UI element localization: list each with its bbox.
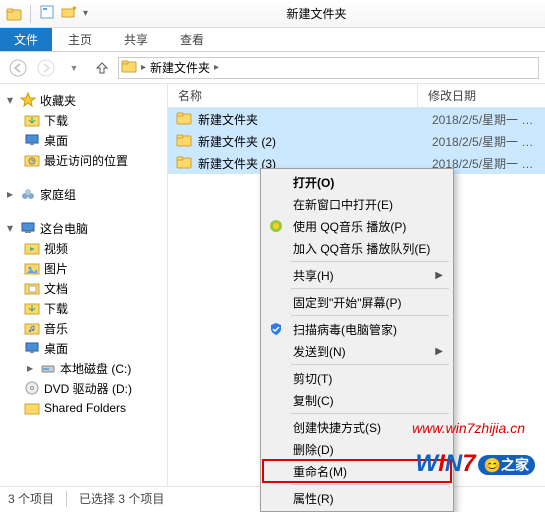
expander-icon[interactable]: ▸ xyxy=(24,362,36,374)
recent-icon xyxy=(24,152,40,168)
breadcrumb[interactable]: 新建文件夹▸ xyxy=(146,59,223,76)
dvd-icon xyxy=(24,380,40,396)
ctx-share[interactable]: 共享(H)▶ xyxy=(263,264,451,286)
tree-shared[interactable]: Shared Folders xyxy=(0,398,167,418)
ctx-copy[interactable]: 复制(C) xyxy=(263,389,451,411)
status-selected-count: 已选择 3 个项目 xyxy=(79,490,164,507)
desktop-icon xyxy=(24,132,40,148)
ctx-pin-start[interactable]: 固定到"开始"屏幕(P) xyxy=(263,291,451,313)
status-item-count: 3 个项目 xyxy=(8,490,54,507)
shared-folder-icon xyxy=(24,400,40,416)
tree-favorites[interactable]: ▾ 收藏夹 xyxy=(0,90,167,110)
separator xyxy=(30,5,31,23)
tab-home[interactable]: 主页 xyxy=(52,28,108,51)
tab-view[interactable]: 查看 xyxy=(164,28,220,51)
svg-text:✶: ✶ xyxy=(71,4,77,13)
expander-icon[interactable]: ▾ xyxy=(4,94,16,106)
tab-share[interactable]: 共享 xyxy=(108,28,164,51)
tree-desktop2[interactable]: 桌面 xyxy=(0,338,167,358)
tree-pictures[interactable]: 图片 xyxy=(0,258,167,278)
documents-folder-icon xyxy=(24,280,40,296)
window-title: 新建文件夹 xyxy=(88,5,545,22)
ctx-properties[interactable]: 属性(R) xyxy=(263,487,451,509)
ctx-qq-play[interactable]: 使用 QQ音乐 播放(P) xyxy=(263,215,451,237)
download-folder-icon xyxy=(24,300,40,316)
computer-icon xyxy=(20,220,36,236)
quick-access-toolbar: ✶ ▾ xyxy=(0,4,88,23)
tree-music[interactable]: 音乐 xyxy=(0,318,167,338)
ctx-qq-queue[interactable]: 加入 QQ音乐 播放队列(E) xyxy=(263,237,451,259)
ctx-scan[interactable]: 扫描病毒(电脑管家) xyxy=(263,318,451,340)
ctx-cut[interactable]: 剪切(T) xyxy=(263,367,451,389)
pictures-folder-icon xyxy=(24,260,40,276)
ctx-send-to[interactable]: 发送到(N)▶ xyxy=(263,340,451,362)
tree-desktop[interactable]: 桌面 xyxy=(0,130,167,150)
download-folder-icon xyxy=(24,112,40,128)
music-folder-icon xyxy=(24,320,40,336)
tab-file[interactable]: 文件 xyxy=(0,28,52,51)
disk-icon xyxy=(40,360,56,376)
menu-separator xyxy=(291,413,449,414)
folder-icon xyxy=(176,110,192,129)
desktop-icon xyxy=(24,340,40,356)
menu-separator xyxy=(291,364,449,365)
tree-dvd[interactable]: DVD 驱动器 (D:) xyxy=(0,378,167,398)
file-date: 2018/2/5/星期一 … xyxy=(432,133,533,150)
submenu-arrow-icon: ▶ xyxy=(435,270,443,281)
navigation-bar: ▼ ▸ 新建文件夹▸ xyxy=(0,52,545,84)
back-button[interactable] xyxy=(6,56,30,80)
tree-downloads[interactable]: 下载 xyxy=(0,110,167,130)
app-folder-icon xyxy=(6,6,22,22)
ctx-open-new-window[interactable]: 在新窗口中打开(E) xyxy=(263,193,451,215)
chevron-right-icon: ▸ xyxy=(214,62,219,73)
file-row[interactable]: 新建文件夹 (2) 2018/2/5/星期一 … xyxy=(168,130,545,152)
address-bar[interactable]: ▸ 新建文件夹▸ xyxy=(118,57,539,79)
star-icon xyxy=(20,92,36,108)
menu-separator xyxy=(291,315,449,316)
ribbon-tabs: 文件 主页 共享 查看 xyxy=(0,28,545,52)
address-folder-icon xyxy=(121,58,137,77)
submenu-arrow-icon: ▶ xyxy=(435,346,443,357)
tree-downloads2[interactable]: 下载 xyxy=(0,298,167,318)
homegroup-icon xyxy=(20,186,36,202)
expander-icon[interactable]: ▸ xyxy=(4,188,16,200)
separator xyxy=(66,491,67,507)
expander-icon[interactable]: ▾ xyxy=(4,222,16,234)
file-name: 新建文件夹 xyxy=(198,111,432,128)
tree-homegroup[interactable]: ▸ 家庭组 xyxy=(0,184,167,204)
forward-button[interactable] xyxy=(34,56,58,80)
file-date: 2018/2/5/星期一 … xyxy=(432,111,533,128)
qat-newfolder-icon[interactable]: ✶ xyxy=(61,4,77,23)
recent-dropdown[interactable]: ▼ xyxy=(62,56,86,80)
ctx-open[interactable]: 打开(O) xyxy=(263,171,451,193)
watermark-logo: WIN7😊之家 xyxy=(416,450,535,478)
tree-videos[interactable]: 视频 xyxy=(0,238,167,258)
folder-icon xyxy=(176,154,192,173)
title-bar: ✶ ▾ 新建文件夹 xyxy=(0,0,545,28)
file-row[interactable]: 新建文件夹 2018/2/5/星期一 … xyxy=(168,108,545,130)
column-date[interactable]: 修改日期 xyxy=(418,84,545,107)
column-name[interactable]: 名称 xyxy=(168,84,418,107)
tree-localdisk[interactable]: ▸本地磁盘 (C:) xyxy=(0,358,167,378)
qqmusic-icon xyxy=(268,218,284,234)
file-name: 新建文件夹 (2) xyxy=(198,133,432,150)
folder-icon xyxy=(176,132,192,151)
tree-recent[interactable]: 最近访问的位置 xyxy=(0,150,167,170)
tree-thispc[interactable]: ▾ 这台电脑 xyxy=(0,218,167,238)
navigation-pane: ▾ 收藏夹 下载 桌面 最近访问的位置 ▸ 家庭组 ▾ 这台电脑 视频 图 xyxy=(0,84,168,486)
qat-properties-icon[interactable] xyxy=(39,4,55,23)
tree-documents[interactable]: 文档 xyxy=(0,278,167,298)
menu-separator xyxy=(291,288,449,289)
menu-separator xyxy=(291,484,449,485)
up-button[interactable] xyxy=(90,56,114,80)
menu-separator xyxy=(291,261,449,262)
shield-icon xyxy=(268,321,284,337)
videos-folder-icon xyxy=(24,240,40,256)
column-headers: 名称 修改日期 xyxy=(168,84,545,108)
watermark-url: www.win7zhijia.cn xyxy=(412,420,525,436)
